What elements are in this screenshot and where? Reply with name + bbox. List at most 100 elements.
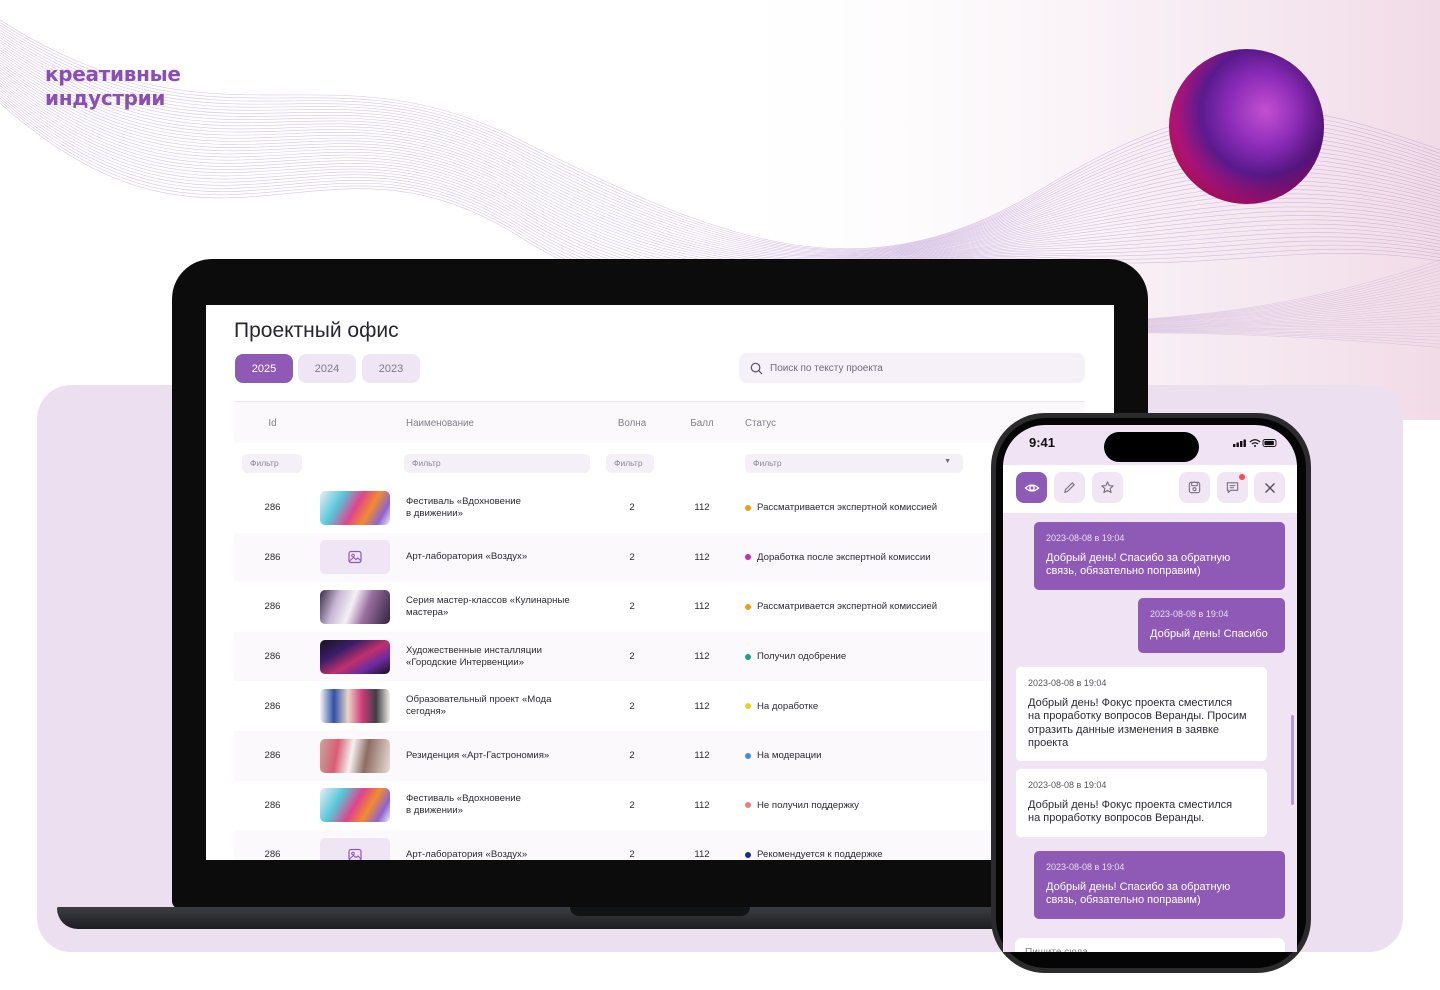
row-score: 112	[694, 651, 710, 663]
row-status: Доработка после экспертной комиссии	[745, 533, 971, 583]
col-status[interactable]: Статус	[745, 402, 965, 444]
filter-status[interactable]: Фильтр ▼	[745, 453, 963, 473]
status-label: Рассматривается экспертной комиссией	[757, 502, 938, 514]
project-image	[320, 490, 390, 525]
status-dot	[745, 653, 751, 660]
save-button[interactable]	[1179, 472, 1210, 503]
edit-button[interactable]	[1054, 472, 1085, 503]
status-label: Получил одобрение	[757, 651, 847, 663]
brand-logo: креативные индустрии	[45, 62, 181, 110]
row-id: 286	[264, 849, 281, 860]
row-name-line1: Образовательный проект «Мода	[406, 694, 552, 706]
row-score: 112	[694, 799, 710, 811]
row-name[interactable]: Фестиваль «Вдохновение в движении»	[406, 483, 592, 533]
status-label: Не получил поддержку	[757, 799, 859, 811]
row-thumbnail[interactable]	[320, 632, 390, 682]
message-text-line: на проработку вопросов Веранды.	[1028, 812, 1205, 824]
message-icon	[1226, 482, 1239, 494]
eye-icon	[1024, 483, 1039, 492]
star-icon	[1101, 481, 1114, 494]
row-thumbnail[interactable]	[320, 830, 390, 860]
table-row[interactable]: 286 Фестиваль «Вдохновение в движении» 2 112…	[234, 483, 1085, 534]
row-name[interactable]: Художественные инсталляции «Городские Инт…	[406, 632, 592, 682]
row-thumbnail[interactable]	[320, 681, 390, 731]
image-placeholder-icon	[320, 540, 390, 575]
col-id[interactable]: Id	[234, 402, 311, 444]
row-name-line2: «Городские Интервенции»	[406, 656, 524, 668]
favorite-button[interactable]	[1092, 472, 1123, 503]
tab-2025[interactable]: 2025	[235, 354, 293, 383]
laptop-notch	[570, 907, 750, 916]
dynamic-island	[1104, 432, 1199, 462]
page-title: Проектный офис	[234, 319, 399, 342]
decorative-orb	[1169, 49, 1324, 204]
row-id: 286	[264, 551, 281, 563]
message-text-line: Добрый день! Фокус проекта сместился	[1028, 798, 1233, 811]
row-thumbnail[interactable]	[320, 781, 390, 831]
message-timestamp: 2023-08-08 в 19:04	[1028, 780, 1107, 790]
message-text-line: связь, обязательно поправим)	[1046, 565, 1201, 577]
row-score: 112	[694, 750, 710, 762]
row-thumbnail[interactable]	[320, 731, 390, 781]
row-id: 286	[264, 651, 281, 663]
row-score: 112	[694, 551, 710, 563]
row-wave: 2	[629, 750, 635, 762]
search-icon	[750, 362, 763, 374]
row-status: На модерации	[745, 731, 971, 781]
message-input[interactable]: Пишите сюда	[1015, 938, 1285, 952]
filter-status-label: Фильтр	[753, 458, 782, 468]
message-text-line: Добрый день! Фокус проекта сместился	[1028, 696, 1233, 709]
filter-wave[interactable]: Фильтр	[606, 453, 654, 473]
project-image	[320, 589, 390, 624]
row-thumbnail[interactable]	[320, 533, 390, 583]
laptop-screen: Проектный офис 2025 2024 2023 Поиск по т…	[206, 305, 1114, 860]
table-row[interactable]: 286 Образовательный проект «Мода сегодня» 2…	[234, 681, 1085, 732]
tab-2023[interactable]: 2023	[362, 354, 420, 383]
row-thumbnail[interactable]	[320, 582, 390, 632]
row-name[interactable]: Резиденция «Арт-Гастрономия»	[406, 731, 592, 781]
row-name[interactable]: Арт-лаборатория «Воздух»	[406, 830, 592, 860]
status-dot	[745, 802, 751, 809]
status-dot	[745, 504, 751, 511]
close-icon	[1264, 482, 1275, 493]
table-row[interactable]: 286 Арт-лаборатория «Воздух» 2 112 Рекоменду…	[234, 830, 1085, 860]
row-name[interactable]: Образовательный проект «Мода сегодня»	[406, 681, 592, 731]
row-name[interactable]: Фестиваль «Вдохновение в движении»	[406, 781, 592, 831]
col-wave[interactable]: Волна	[598, 402, 666, 444]
row-name[interactable]: Серия мастер-классов «Кулинарные мастера»	[406, 582, 592, 632]
message-timestamp: 2023-08-08 в 19:04	[1028, 678, 1107, 688]
row-score: 112	[694, 849, 710, 860]
row-wave: 2	[629, 601, 635, 613]
tab-2024[interactable]: 2024	[298, 354, 356, 383]
table-row[interactable]: 286 Фестиваль «Вдохновение в движении» 2 112…	[234, 780, 1085, 832]
row-name-line2: в движении»	[406, 507, 463, 519]
search-input[interactable]: Поиск по тексту проекта	[739, 353, 1085, 383]
status-dot	[745, 851, 751, 858]
row-status: Получил одобрение	[745, 632, 971, 682]
col-score[interactable]: Балл	[666, 402, 738, 444]
table-row[interactable]: 286 Арт-лаборатория «Воздух» 2 112 Доработка…	[234, 532, 1085, 584]
outgoing-message: 2023-08-08 в 19:04 Добрый день! Спасибо з…	[1034, 851, 1285, 919]
outgoing-message: 2023-08-08 в 19:04 Добрый день! Спасибо з…	[1034, 522, 1285, 590]
status-icons	[1233, 439, 1277, 447]
filter-id[interactable]: Фильтр	[242, 453, 302, 473]
row-wave: 2	[629, 700, 635, 712]
table-row[interactable]: 286 Серия мастер-классов «Кулинарные масте…	[234, 582, 1085, 633]
comments-button[interactable]	[1217, 472, 1248, 503]
filter-name[interactable]: Фильтр	[404, 453, 590, 473]
status-label: На доработке	[757, 700, 819, 712]
col-name[interactable]: Наименование	[406, 402, 606, 444]
row-id: 286	[264, 601, 281, 613]
table-row[interactable]: 286 Резиденция «Арт-Гастрономия» 2 112 На мо…	[234, 731, 1085, 782]
row-name-line1: Резиденция «Арт-Гастрономия»	[406, 749, 550, 761]
table-row[interactable]: 286 Художественные инсталляции «Городские …	[234, 631, 1085, 683]
view-button[interactable]	[1016, 472, 1047, 503]
row-name-line1: Серия мастер-классов «Кулинарные	[406, 594, 570, 606]
project-image	[320, 639, 390, 674]
close-button[interactable]	[1254, 472, 1285, 503]
chat-scrollbar[interactable]	[1291, 715, 1294, 805]
brand-line-2: индустрии	[45, 86, 166, 110]
row-name[interactable]: Арт-лаборатория «Воздух»	[406, 533, 592, 583]
row-status: Не получил поддержку	[745, 781, 971, 831]
row-thumbnail[interactable]	[320, 483, 390, 533]
